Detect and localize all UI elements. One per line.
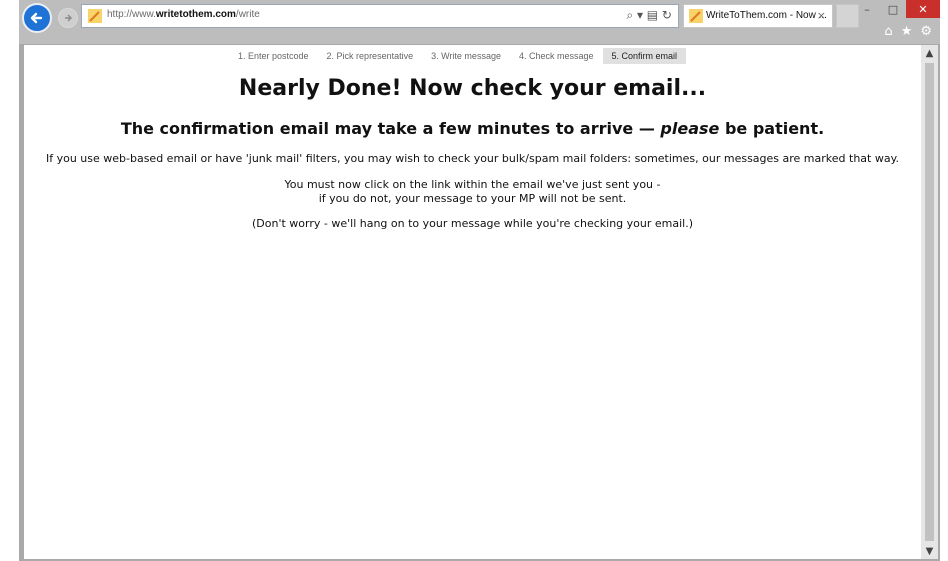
vertical-scrollbar[interactable]: ▲ ▼ (921, 45, 938, 559)
minimize-button[interactable]: – (854, 0, 880, 18)
step-check-message: 4. Check message (518, 51, 594, 61)
click-link-instructions: You must now click on the link within th… (284, 178, 661, 205)
forward-button[interactable] (58, 8, 78, 28)
favorites-star-icon[interactable]: ★ (901, 24, 913, 39)
back-button[interactable] (22, 3, 52, 33)
window-controls: – □ ✕ (854, 0, 940, 18)
progress-steps: 1. Enter postcode 2. Pick representative… (229, 48, 687, 64)
address-bar[interactable]: http://www.writetothem.com/write ⌕ ▾ ▤ ↻ (81, 4, 679, 28)
address-tools[interactable]: ⌕ ▾ ▤ ↻ (626, 8, 672, 23)
site-favicon-icon (88, 9, 102, 23)
scroll-down-icon[interactable]: ▼ (921, 543, 938, 559)
maximize-button[interactable]: □ (880, 0, 906, 18)
page-heading: Nearly Done! Now check your email... (238, 76, 707, 101)
tab-title: WriteToThem.com - Now ... (706, 10, 827, 21)
scrollbar-thumb[interactable] (925, 63, 934, 541)
scroll-up-icon[interactable]: ▲ (921, 45, 938, 61)
back-arrow-icon (30, 12, 43, 24)
page-content: 1. Enter postcode 2. Pick representative… (24, 45, 921, 559)
spam-folder-note: If you use web-based email or have 'junk… (45, 152, 900, 165)
step-enter-postcode: 1. Enter postcode (238, 51, 309, 61)
browser-toolbar-icons: ⌂ ★ ⚙ (884, 24, 932, 39)
settings-gear-icon[interactable]: ⚙ (920, 24, 932, 39)
reassurance-note: (Don't worry - we'll hang on to your mes… (252, 217, 693, 230)
page-subheading: The confirmation email may take a few mi… (120, 119, 825, 138)
step-write-message: 3. Write message (431, 51, 501, 61)
tab-close-icon[interactable]: × (817, 9, 826, 22)
browser-toolbar: http://www.writetothem.com/write ⌕ ▾ ▤ ↻… (19, 0, 940, 44)
forward-arrow-icon (65, 14, 72, 22)
tab-favicon-icon (689, 9, 703, 23)
address-url: http://www.writetothem.com/write (107, 9, 260, 20)
close-window-button[interactable]: ✕ (906, 0, 940, 18)
browser-tab[interactable]: WriteToThem.com - Now ... × (683, 4, 833, 28)
step-confirm-email: 5. Confirm email (602, 48, 687, 64)
step-pick-representative: 2. Pick representative (326, 51, 414, 61)
home-icon[interactable]: ⌂ (884, 24, 892, 39)
